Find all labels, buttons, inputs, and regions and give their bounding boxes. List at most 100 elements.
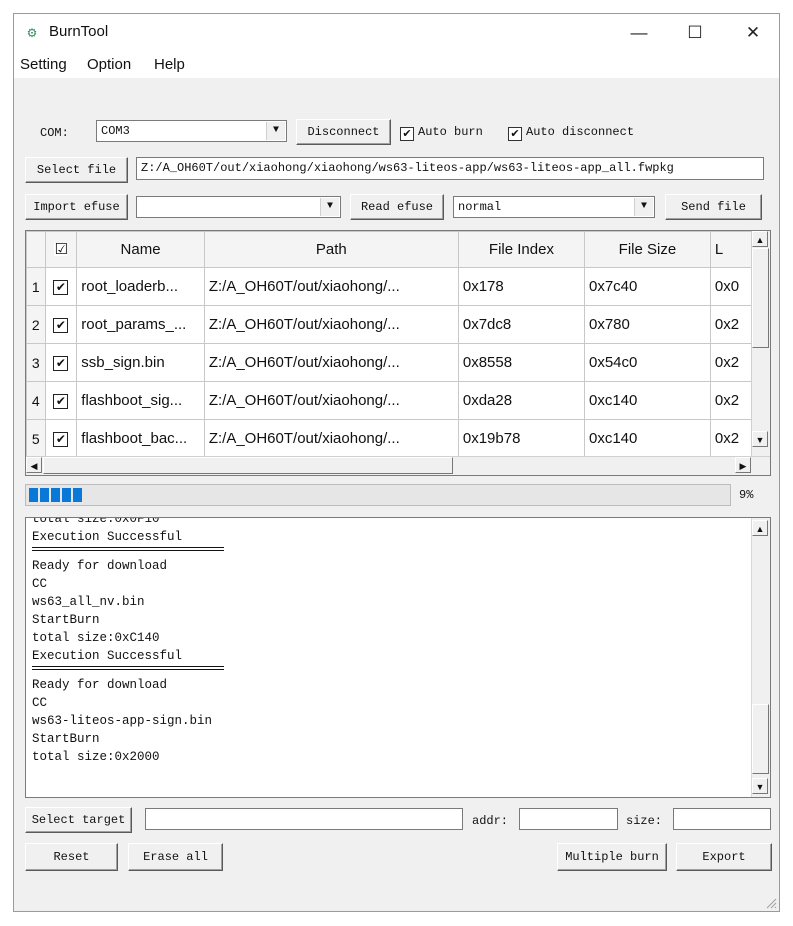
table-row[interactable]: 5 ✔ flashboot_bac... Z:/A_OH60T/out/xiao… <box>26 419 770 458</box>
menu-option[interactable]: Option <box>87 56 131 73</box>
log-line: total size:0xC140 <box>32 631 160 645</box>
cell-path[interactable]: Z:/A_OH60T/out/xiaohong/... <box>203 305 459 344</box>
progress-percent: 9% <box>739 488 754 502</box>
checkbox-icon[interactable]: ✔ <box>53 318 69 333</box>
read-efuse-button[interactable]: Read efuse <box>350 194 444 220</box>
size-field[interactable] <box>673 808 771 830</box>
burntool-window: ⚙ BurnTool — ☐ ✕ Setting Option Help COM… <box>13 13 780 912</box>
window-title: BurnTool <box>49 23 109 40</box>
scroll-thumb[interactable] <box>752 248 769 348</box>
table-row[interactable]: 3 ✔ ssb_sign.bin Z:/A_OH60T/out/xiaohong… <box>26 343 770 382</box>
column-header-file-size[interactable]: File Size <box>584 231 711 268</box>
addr-label: addr: <box>472 814 509 828</box>
cell-name[interactable]: root_params_... <box>76 305 205 344</box>
erase-all-button[interactable]: Erase all <box>128 843 223 871</box>
log-line: ws63_all_nv.bin <box>32 595 145 609</box>
cell-file-index[interactable]: 0x19b78 <box>457 419 586 458</box>
row-checkbox-cell[interactable]: ✔ <box>44 267 78 306</box>
checkbox-icon[interactable]: ✔ <box>53 394 69 409</box>
scroll-thumb[interactable] <box>752 704 769 774</box>
menu-setting[interactable]: Setting <box>20 56 67 73</box>
close-button[interactable]: ✕ <box>730 14 776 52</box>
cell-file-index[interactable]: 0x8558 <box>457 343 586 382</box>
select-target-button[interactable]: Select target <box>25 807 132 833</box>
progress-segment <box>29 488 38 502</box>
chevron-down-icon[interactable]: ▼ <box>320 198 339 216</box>
progress-segment <box>51 488 60 502</box>
cell-file-size[interactable]: 0x7c40 <box>584 267 711 306</box>
cell-file-size[interactable]: 0xc140 <box>584 381 711 420</box>
log-separator <box>32 546 225 557</box>
send-file-button[interactable]: Send file <box>665 194 762 220</box>
scroll-left-icon[interactable]: ◀ <box>26 457 42 473</box>
table-row[interactable]: 1 ✔ root_loaderb... Z:/A_OH60T/out/xiaoh… <box>26 267 770 306</box>
scroll-down-icon[interactable]: ▼ <box>752 778 768 794</box>
row-checkbox-cell[interactable]: ✔ <box>44 305 78 344</box>
checkbox-icon[interactable]: ✔ <box>53 356 69 371</box>
cell-path[interactable]: Z:/A_OH60T/out/xiaohong/... <box>203 381 459 420</box>
checkbox-icon[interactable]: ✔ <box>53 280 69 295</box>
chevron-down-icon[interactable]: ▼ <box>266 122 285 140</box>
auto-burn-checkbox[interactable]: ✔ Auto burn <box>400 125 483 141</box>
auto-burn-label: Auto burn <box>418 125 483 139</box>
row-checkbox-cell[interactable]: ✔ <box>44 381 78 420</box>
import-efuse-button[interactable]: Import efuse <box>25 194 128 220</box>
check-icon: ✔ <box>400 127 414 141</box>
target-field[interactable] <box>145 808 463 830</box>
select-file-button[interactable]: Select file <box>25 157 128 183</box>
reset-button[interactable]: Reset <box>25 843 118 871</box>
table-vertical-scrollbar[interactable]: ▲ ▼ <box>751 231 770 456</box>
resize-grip-icon[interactable] <box>765 897 777 909</box>
multiple-burn-button[interactable]: Multiple burn <box>557 843 667 871</box>
checkbox-icon[interactable]: ☑ <box>54 242 68 257</box>
cell-path[interactable]: Z:/A_OH60T/out/xiaohong/... <box>203 419 459 458</box>
addr-field[interactable] <box>519 808 618 830</box>
auto-disconnect-label: Auto disconnect <box>526 125 635 139</box>
cell-file-index[interactable]: 0xda28 <box>457 381 586 420</box>
burn-progress-bar <box>25 484 731 506</box>
log-vertical-scrollbar[interactable]: ▲ ▼ <box>751 518 770 797</box>
cell-file-size[interactable]: 0x54c0 <box>584 343 711 382</box>
column-header-file-index[interactable]: File Index <box>457 231 586 268</box>
cell-file-size[interactable]: 0xc140 <box>584 419 711 458</box>
maximize-button[interactable]: ☐ <box>672 14 718 52</box>
export-button[interactable]: Export <box>676 843 772 871</box>
log-line: total size:0x0F10 <box>32 517 160 526</box>
check-all-header[interactable]: ☑ <box>44 231 78 268</box>
cell-name[interactable]: flashboot_bac... <box>76 419 205 458</box>
scroll-down-icon[interactable]: ▼ <box>752 431 768 447</box>
cell-name[interactable]: ssb_sign.bin <box>76 343 205 382</box>
mode-select[interactable]: normal ▼ <box>453 196 655 218</box>
cell-file-size[interactable]: 0x780 <box>584 305 711 344</box>
cell-name[interactable]: flashboot_sig... <box>76 381 205 420</box>
scroll-up-icon[interactable]: ▲ <box>752 231 768 247</box>
column-header-path[interactable]: Path <box>203 231 459 268</box>
cell-path[interactable]: Z:/A_OH60T/out/xiaohong/... <box>203 267 459 306</box>
checkbox-icon[interactable]: ✔ <box>53 432 69 447</box>
row-checkbox-cell[interactable]: ✔ <box>44 343 78 382</box>
scroll-up-icon[interactable]: ▲ <box>752 520 768 536</box>
efuse-select[interactable]: ▼ <box>136 196 341 218</box>
auto-disconnect-checkbox[interactable]: ✔ Auto disconnect <box>508 125 634 141</box>
table-row[interactable]: 2 ✔ root_params_... Z:/A_OH60T/out/xiaoh… <box>26 305 770 344</box>
check-icon: ✔ <box>508 127 522 141</box>
table-row[interactable]: 4 ✔ flashboot_sig... Z:/A_OH60T/out/xiao… <box>26 381 770 420</box>
cell-path[interactable]: Z:/A_OH60T/out/xiaohong/... <box>203 343 459 382</box>
minimize-button[interactable]: — <box>616 14 662 52</box>
column-header-name[interactable]: Name <box>76 231 205 268</box>
table-horizontal-scrollbar[interactable]: ◀ ▶ <box>26 456 770 475</box>
cell-file-index[interactable]: 0x7dc8 <box>457 305 586 344</box>
scroll-right-icon[interactable]: ▶ <box>735 457 751 473</box>
cell-name[interactable]: root_loaderb... <box>76 267 205 306</box>
file-path-field[interactable]: Z:/A_OH60T/out/xiaohong/xiaohong/ws63-li… <box>136 157 764 180</box>
cell-file-index[interactable]: 0x178 <box>457 267 586 306</box>
chevron-down-icon[interactable]: ▼ <box>634 198 653 216</box>
disconnect-button[interactable]: Disconnect <box>296 119 391 145</box>
menu-help[interactable]: Help <box>154 56 185 73</box>
row-checkbox-cell[interactable]: ✔ <box>44 419 78 458</box>
com-port-select[interactable]: COM3 ▼ <box>96 120 287 142</box>
log-line: Ready for download <box>32 559 168 573</box>
file-grid: ☑ Name Path File Index File Size L 1 ✔ r… <box>26 231 770 458</box>
scroll-thumb[interactable] <box>43 457 453 474</box>
log-output[interactable]: total size:0x0F10 Execution Successful Rea… <box>25 517 771 798</box>
